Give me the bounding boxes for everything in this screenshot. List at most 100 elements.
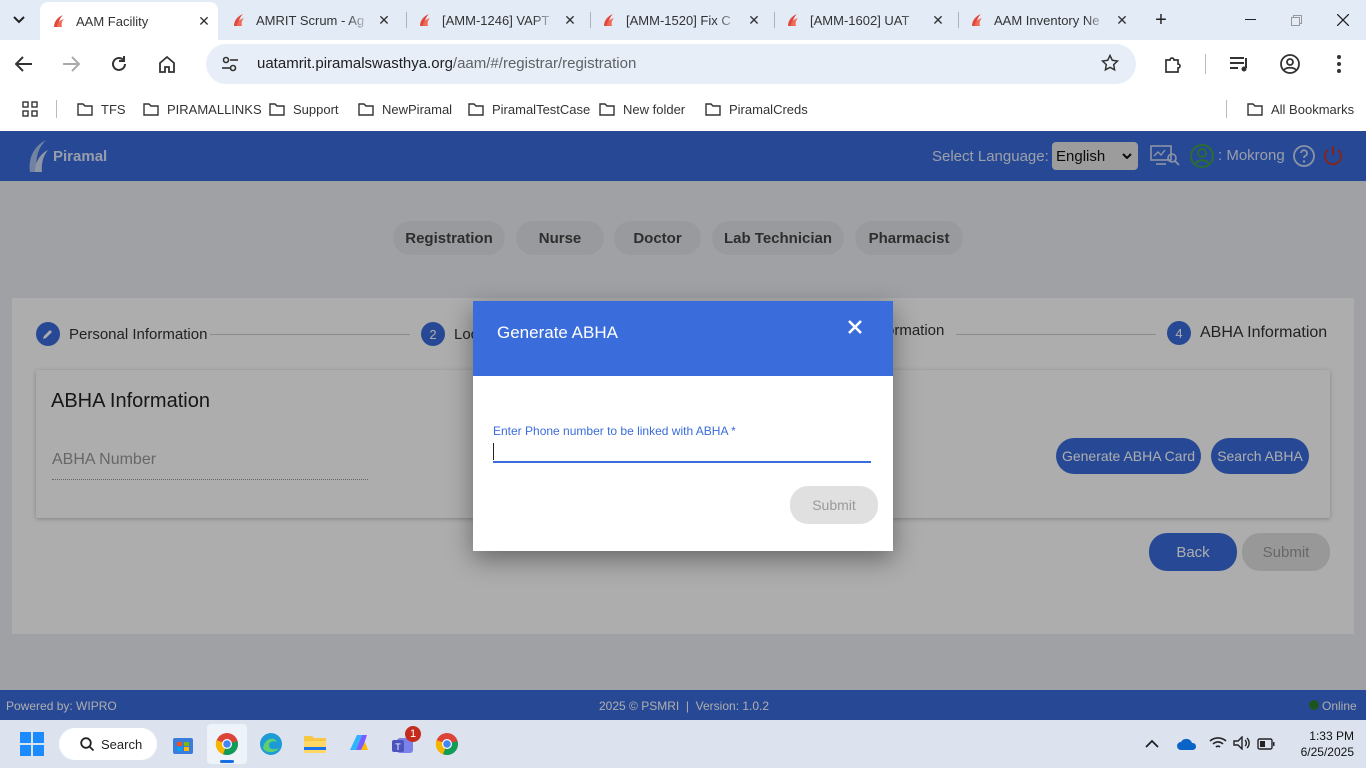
tab-title: [AMM-1246] VAPT: [442, 12, 550, 28]
site-info-button[interactable]: [216, 50, 244, 78]
piramal-favicon-icon: [788, 14, 798, 26]
extensions-button[interactable]: [1157, 48, 1189, 80]
volume-icon: [1233, 735, 1250, 751]
account-circle-icon: [1280, 54, 1300, 74]
start-button[interactable]: [12, 724, 52, 764]
taskbar-search-label: Search: [101, 736, 143, 752]
bookmark-label: New folder: [623, 101, 686, 117]
bookmark-label: NewPiramal: [382, 101, 453, 117]
search-icon: [80, 736, 95, 751]
taskbar-app-teams[interactable]: T 1: [383, 724, 423, 764]
taskbar-app-edge[interactable]: [251, 724, 291, 764]
bookmark-folder[interactable]: PIRAMALLINKS: [143, 88, 262, 130]
taskbar-app-store[interactable]: [163, 724, 203, 764]
bookmarks-divider: [1226, 100, 1227, 118]
piramal-favicon-icon: [604, 14, 614, 26]
piramal-favicon-icon: [972, 14, 982, 26]
svg-text:T: T: [395, 742, 401, 752]
close-window-button[interactable]: [1320, 0, 1366, 40]
folder-icon: [358, 102, 374, 116]
media-control-button[interactable]: [1224, 48, 1256, 80]
taskbar-app-chrome-active[interactable]: [207, 724, 247, 764]
close-icon: [848, 320, 862, 334]
folder-icon: [77, 102, 93, 116]
phone-number-input[interactable]: [493, 441, 871, 463]
tab-aam-inventory[interactable]: AAM Inventory Ne ✕: [958, 0, 1136, 40]
folder-icon: [599, 102, 615, 116]
active-indicator: [220, 760, 234, 763]
browser-tab-strip: AAM Facility ✕ AMRIT Scrum - Ag ✕ [AMM-1…: [0, 0, 1366, 40]
back-nav-button[interactable]: [8, 48, 40, 80]
tab-title: AAM Facility: [76, 13, 149, 29]
bookmark-label: PiramalTestCase: [492, 101, 591, 117]
text-cursor: [493, 443, 494, 460]
reload-button[interactable]: [103, 48, 135, 80]
taskbar-app-m365[interactable]: [339, 724, 379, 764]
onedrive-button[interactable]: [1176, 737, 1198, 756]
tab-search-button[interactable]: [6, 8, 32, 32]
bookmark-folder[interactable]: NewPiramal: [358, 88, 452, 130]
tune-icon: [222, 56, 238, 72]
arrow-right-icon: [63, 56, 80, 72]
tab-amrit-scrum[interactable]: AMRIT Scrum - Ag ✕: [220, 0, 398, 40]
battery-icon: [1257, 738, 1275, 750]
bookmark-label: PIRAMALLINKS: [167, 101, 262, 117]
wifi-button[interactable]: [1209, 736, 1227, 755]
windows-taskbar: Search T 1 1:33 PM 6/25/2025: [0, 720, 1366, 768]
piramal-favicon-icon: [54, 15, 64, 27]
bookmark-label: Support: [293, 101, 339, 117]
taskbar-search[interactable]: Search: [59, 728, 157, 760]
taskbar-app-chrome-2[interactable]: [427, 724, 467, 764]
tab-amm-1520[interactable]: [AMM-1520] Fix C ✕: [590, 0, 768, 40]
bookmark-folder[interactable]: PiramalTestCase: [468, 88, 590, 130]
dialog-submit-button[interactable]: Submit: [790, 486, 878, 524]
bookmark-star-button[interactable]: [1100, 53, 1123, 74]
close-tab-icon[interactable]: ✕: [740, 12, 768, 29]
minimize-button[interactable]: [1227, 0, 1273, 40]
bookmarks-bar: TFS PIRAMALLINKS Support NewPiramal Pira…: [0, 88, 1366, 130]
tab-amm-1246[interactable]: [AMM-1246] VAPT ✕: [406, 0, 584, 40]
profile-button[interactable]: [1274, 48, 1306, 80]
bookmark-folder[interactable]: PiramalCreds: [705, 88, 808, 130]
folder-icon: [143, 102, 159, 116]
dialog-close-button[interactable]: [847, 319, 865, 337]
chrome-menu-button[interactable]: [1323, 48, 1355, 80]
close-tab-icon[interactable]: ✕: [556, 12, 584, 29]
folder-icon: [269, 102, 285, 116]
taskbar-app-file-explorer[interactable]: [295, 724, 335, 764]
all-bookmarks-folder[interactable]: All Bookmarks: [1247, 88, 1354, 130]
forward-nav-button[interactable]: [55, 48, 87, 80]
chrome-icon: [435, 733, 458, 756]
dialog-title: Generate ABHA: [497, 323, 618, 342]
bookmarks-divider: [56, 100, 57, 118]
bookmark-folder[interactable]: Support: [269, 88, 339, 130]
volume-button[interactable]: [1233, 735, 1251, 755]
folder-icon: [1247, 102, 1263, 116]
clock[interactable]: 1:33 PM 6/25/2025: [1284, 728, 1354, 760]
restore-icon: [1290, 14, 1302, 26]
close-tab-icon[interactable]: ✕: [1108, 12, 1136, 29]
piramal-favicon-icon: [420, 14, 430, 26]
wifi-icon: [1209, 737, 1227, 748]
home-button[interactable]: [151, 48, 183, 80]
battery-button[interactable]: [1257, 737, 1275, 755]
bookmark-folder[interactable]: New folder: [599, 88, 685, 130]
star-icon: [1100, 53, 1120, 72]
close-tab-icon[interactable]: ✕: [190, 13, 218, 30]
tab-title: [AMM-1602] UAT: [810, 12, 910, 28]
queue-music-icon: [1230, 57, 1247, 72]
tab-aam-facility[interactable]: AAM Facility ✕: [40, 2, 218, 40]
modal-backdrop-footer[interactable]: [0, 690, 1366, 720]
tray-overflow-button[interactable]: [1145, 736, 1159, 754]
new-tab-button[interactable]: +: [1148, 8, 1174, 32]
apps-button[interactable]: [22, 101, 38, 117]
restore-button[interactable]: [1273, 0, 1319, 40]
folder-icon: [468, 102, 484, 116]
tab-amm-1602[interactable]: [AMM-1602] UAT ✕: [774, 0, 952, 40]
close-tab-icon[interactable]: ✕: [924, 12, 952, 29]
bookmark-folder[interactable]: TFS: [77, 88, 126, 130]
close-tab-icon[interactable]: ✕: [370, 12, 398, 29]
folder-icon: [705, 102, 721, 116]
piramal-favicon-icon: [234, 14, 244, 26]
address-bar[interactable]: uatamrit.piramalswasthya.org/aam/#/regis…: [206, 44, 1136, 84]
